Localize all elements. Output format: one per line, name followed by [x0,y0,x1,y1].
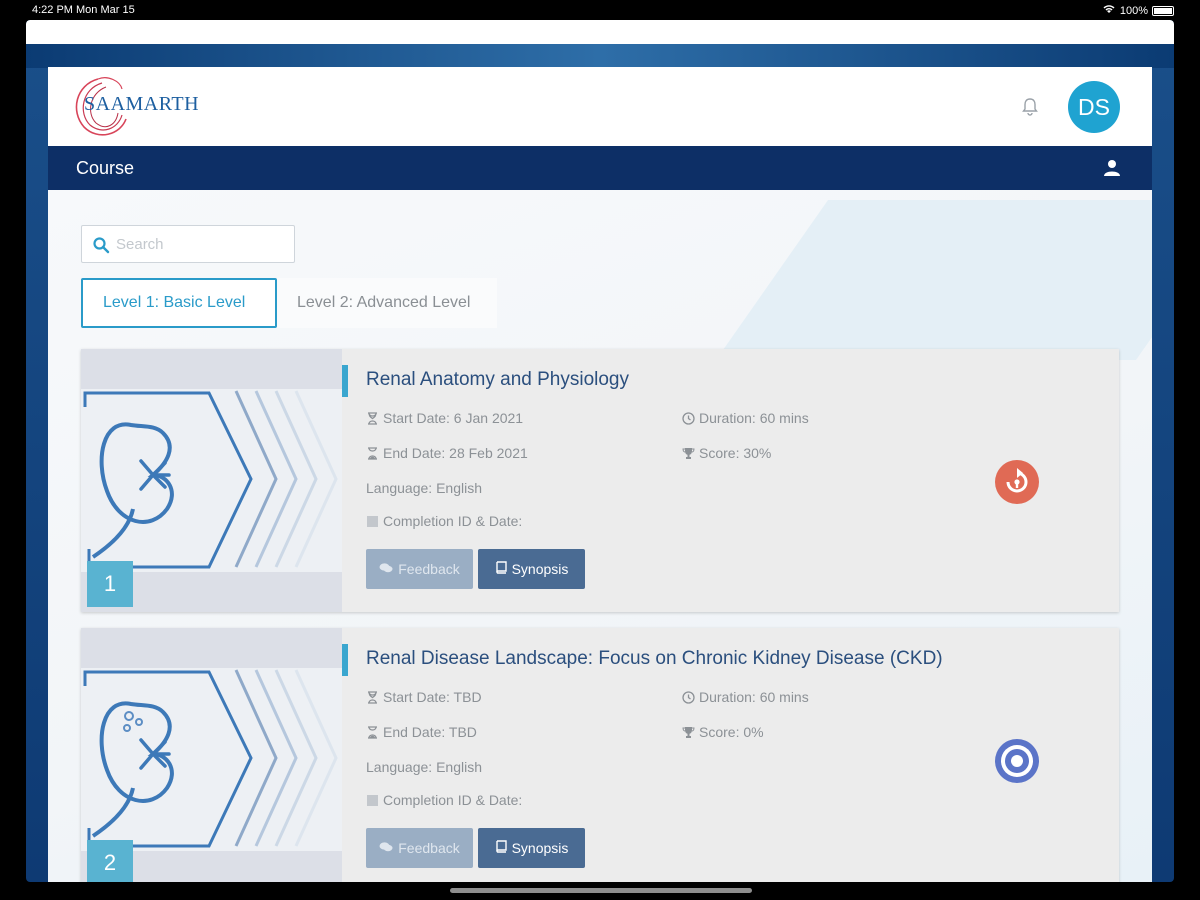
feedback-label: Feedback [398,561,460,577]
resume-icon[interactable] [994,459,1040,505]
certificate-icon [366,515,379,528]
course-thumbnail: 2 [81,628,342,882]
user-profile-icon[interactable] [1103,159,1121,177]
comments-icon [379,840,393,856]
score: Score: 30% [682,445,771,461]
completion-text: Completion ID & Date: [383,513,523,529]
score: Score: 0% [682,724,764,740]
course-navbar: Course [48,146,1152,190]
trophy-icon [682,447,695,460]
score-text: Score: 0% [699,724,764,740]
search-box[interactable] [81,225,295,263]
synopsis-button[interactable]: Synopsis [478,549,585,589]
start-date-text: Start Date: 6 Jan 2021 [383,410,524,426]
search-input[interactable] [116,232,286,256]
book-icon [495,561,507,577]
duration-text: Duration: 60 mins [699,689,809,705]
end-date-text: End Date: TBD [383,724,477,740]
status-bar: 4:22 PM Mon Mar 15 100% [0,0,1200,20]
search-icon [92,236,110,254]
completion-text: Completion ID & Date: [383,792,523,808]
course-number-badge: 1 [87,561,133,607]
course-title[interactable]: Renal Anatomy and Physiology [366,369,629,391]
device-screen: SAAMARTH DS Course Level 1: Basic Level [26,20,1174,882]
header-band [26,44,1174,68]
language: Language: English [366,480,482,496]
duration-text: Duration: 60 mins [699,410,809,426]
language: Language: English [366,759,482,775]
logo-text: SAAMARTH [84,93,200,115]
clock-icon [682,411,695,425]
target-icon[interactable] [994,738,1040,784]
synopsis-button[interactable]: Synopsis [478,828,585,868]
start-date: Start Date: 6 Jan 2021 [366,410,523,426]
saamarth-logo[interactable]: SAAMARTH [68,71,200,143]
tab-level-2[interactable]: Level 2: Advanced Level [277,278,497,328]
clock-icon [682,690,695,704]
home-indicator[interactable] [450,888,752,893]
level-tabs: Level 1: Basic Level Level 2: Advanced L… [81,278,497,328]
duration: Duration: 60 mins [682,689,809,705]
start-date: Start Date: TBD [366,689,482,705]
feedback-button[interactable]: Feedback [366,549,473,589]
wifi-icon [1102,4,1116,17]
page-title: Course [76,158,135,178]
language-text: Language: English [366,480,482,496]
course-content: Level 1: Basic Level Level 2: Advanced L… [48,190,1152,882]
start-date-text: Start Date: TBD [383,689,482,705]
hourglass-start-icon [366,690,379,704]
feedback-label: Feedback [398,840,460,856]
battery-icon [1152,5,1174,16]
title-accent-bar [342,644,348,676]
battery-percent: 100% [1119,4,1148,17]
score-text: Score: 30% [699,445,772,461]
certificate-icon [366,794,379,807]
synopsis-label: Synopsis [511,561,569,577]
browser-top-strip [26,20,1174,44]
hourglass-start-icon [366,411,379,425]
title-accent-bar [342,365,348,397]
tab-level-1[interactable]: Level 1: Basic Level [81,278,277,328]
app-window: SAAMARTH DS Course Level 1: Basic Level [48,67,1152,882]
app-header: SAAMARTH DS [48,67,1152,146]
synopsis-label: Synopsis [511,840,569,856]
feedback-button[interactable]: Feedback [366,828,473,868]
status-time: 4:22 PM Mon Mar 15 [32,4,135,16]
end-date: End Date: 28 Feb 2021 [366,445,528,461]
course-card[interactable]: 2 Renal Disease Landscape: Focus on Chro… [81,628,1119,882]
completion-id: Completion ID & Date: [366,513,522,529]
battery-indicator: 100% [1102,4,1174,17]
user-avatar[interactable]: DS [1068,81,1120,133]
course-number-badge: 2 [87,840,133,882]
course-title[interactable]: Renal Disease Landscape: Focus on Chroni… [366,648,943,670]
language-text: Language: English [366,759,482,775]
comments-icon [379,561,393,577]
course-card[interactable]: 1 Renal Anatomy and Physiology Start Dat… [81,349,1119,612]
end-date: End Date: TBD [366,724,477,740]
completion-id: Completion ID & Date: [366,792,522,808]
bell-icon[interactable] [1018,95,1042,119]
hourglass-end-icon [366,446,379,460]
duration: Duration: 60 mins [682,410,809,426]
course-thumbnail: 1 [81,349,342,612]
trophy-icon [682,726,695,739]
end-date-text: End Date: 28 Feb 2021 [383,445,528,461]
book-icon [495,840,507,856]
hourglass-end-icon [366,725,379,739]
